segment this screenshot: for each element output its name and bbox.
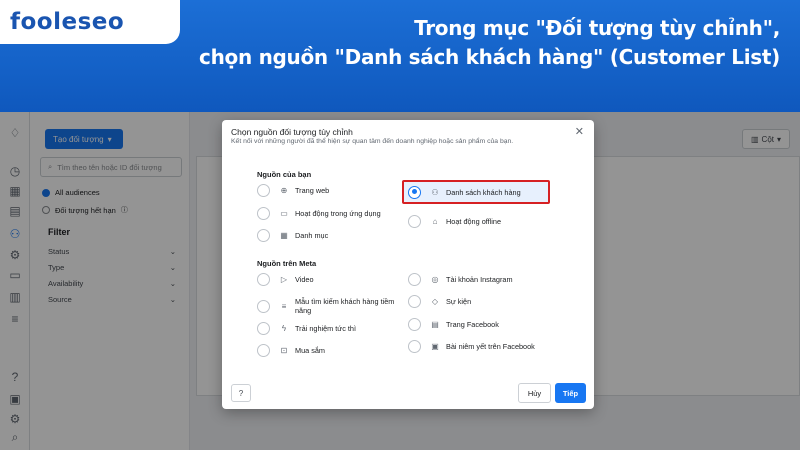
option-facebook-listing[interactable]: ▣ Bài niêm yết trên Facebook [408, 337, 535, 355]
choose-audience-source-dialog: Chọn nguồn đối tượng tùy chỉnh Kết nối v… [222, 120, 594, 409]
banner: fooleseo Trong mục "Đối tượng tùy chỉnh"… [0, 0, 800, 112]
close-icon[interactable]: ✕ [575, 125, 584, 138]
option-label: Danh mục [295, 230, 329, 240]
store-icon: ⌂ [432, 216, 438, 226]
app-icon: ▭ [280, 208, 288, 218]
option-label: Mẫu tìm kiếm khách hàng tiềm năng [295, 297, 395, 315]
option-label: Sự kiện [446, 296, 472, 306]
cart-icon: ⊡ [280, 345, 288, 355]
radio-button[interactable] [408, 214, 421, 228]
option-label: Hoạt động offline [446, 216, 502, 226]
radio-button[interactable] [408, 339, 421, 353]
option-label: Trải nghiệm tức thì [295, 323, 356, 333]
radio-button[interactable] [257, 321, 270, 335]
listing-icon: ▣ [431, 341, 439, 351]
form-icon: ≡ [281, 301, 287, 311]
option-label: Tài khoản Instagram [446, 274, 513, 284]
option-label: Video [295, 274, 314, 284]
radio-button[interactable] [257, 228, 270, 242]
dialog-subtitle: Kết nối với những người đã thể hiện sự q… [231, 138, 514, 145]
headline-line-1: Trong mục "Đối tượng tùy chỉnh", [414, 16, 780, 40]
option-event[interactable]: ◇ Sự kiện [408, 292, 471, 310]
instagram-icon: ◎ [431, 274, 439, 284]
help-button[interactable]: ? [231, 384, 251, 402]
option-label: Hoạt động trong ứng dụng [295, 208, 381, 218]
option-lead-form[interactable]: ≡ Mẫu tìm kiếm khách hàng tiềm năng [257, 294, 395, 318]
radio-button[interactable] [257, 272, 270, 286]
option-label: Trang Facebook [446, 319, 499, 329]
cancel-button[interactable]: Hủy [518, 383, 551, 403]
headline-line-2: chọn nguồn "Danh sách khách hàng" (Custo… [199, 45, 780, 69]
dialog-title: Chọn nguồn đối tượng tùy chỉnh [231, 127, 353, 137]
option-shopping[interactable]: ⊡ Mua sắm [257, 341, 325, 359]
radio-button[interactable] [257, 206, 270, 220]
radio-button[interactable] [408, 317, 421, 331]
radio-button[interactable] [257, 299, 270, 313]
headline: Trong mục "Đối tượng tùy chỉnh", chọn ng… [180, 14, 780, 72]
question-icon: ? [238, 388, 244, 398]
option-website[interactable]: ⊕ Trang web [257, 181, 329, 199]
option-catalog[interactable]: ▦ Danh mục [257, 226, 328, 244]
lightning-icon: ϟ [281, 323, 287, 333]
option-facebook-page[interactable]: ▤ Trang Facebook [408, 315, 499, 333]
radio-button[interactable] [257, 183, 270, 197]
option-video[interactable]: ▷ Video [257, 270, 314, 288]
page-icon: ▤ [431, 319, 439, 329]
option-label: Mua sắm [295, 345, 326, 355]
option-label: Trang web [295, 185, 330, 195]
event-icon: ◇ [431, 296, 439, 306]
logo-text: fooleseo [10, 9, 125, 35]
section-meta-sources: Nguồn trên Meta [257, 259, 317, 268]
highlight-box [402, 180, 550, 204]
catalog-icon: ▦ [280, 230, 288, 240]
option-instant-experience[interactable]: ϟ Trải nghiệm tức thì [257, 319, 356, 337]
globe-icon: ⊕ [280, 185, 288, 195]
option-label: Bài niêm yết trên Facebook [446, 341, 535, 351]
radio-button[interactable] [408, 294, 421, 308]
video-icon: ▷ [280, 274, 288, 284]
option-offline-activity[interactable]: ⌂ Hoạt động offline [408, 212, 501, 230]
radio-button[interactable] [408, 272, 421, 286]
next-button[interactable]: Tiếp [555, 383, 586, 403]
option-app-activity[interactable]: ▭ Hoạt động trong ứng dụng [257, 204, 381, 222]
logo: fooleseo [0, 0, 180, 44]
radio-button[interactable] [257, 343, 270, 357]
section-your-sources: Nguồn của bạn [257, 170, 312, 179]
option-instagram-account[interactable]: ◎ Tài khoản Instagram [408, 270, 513, 288]
